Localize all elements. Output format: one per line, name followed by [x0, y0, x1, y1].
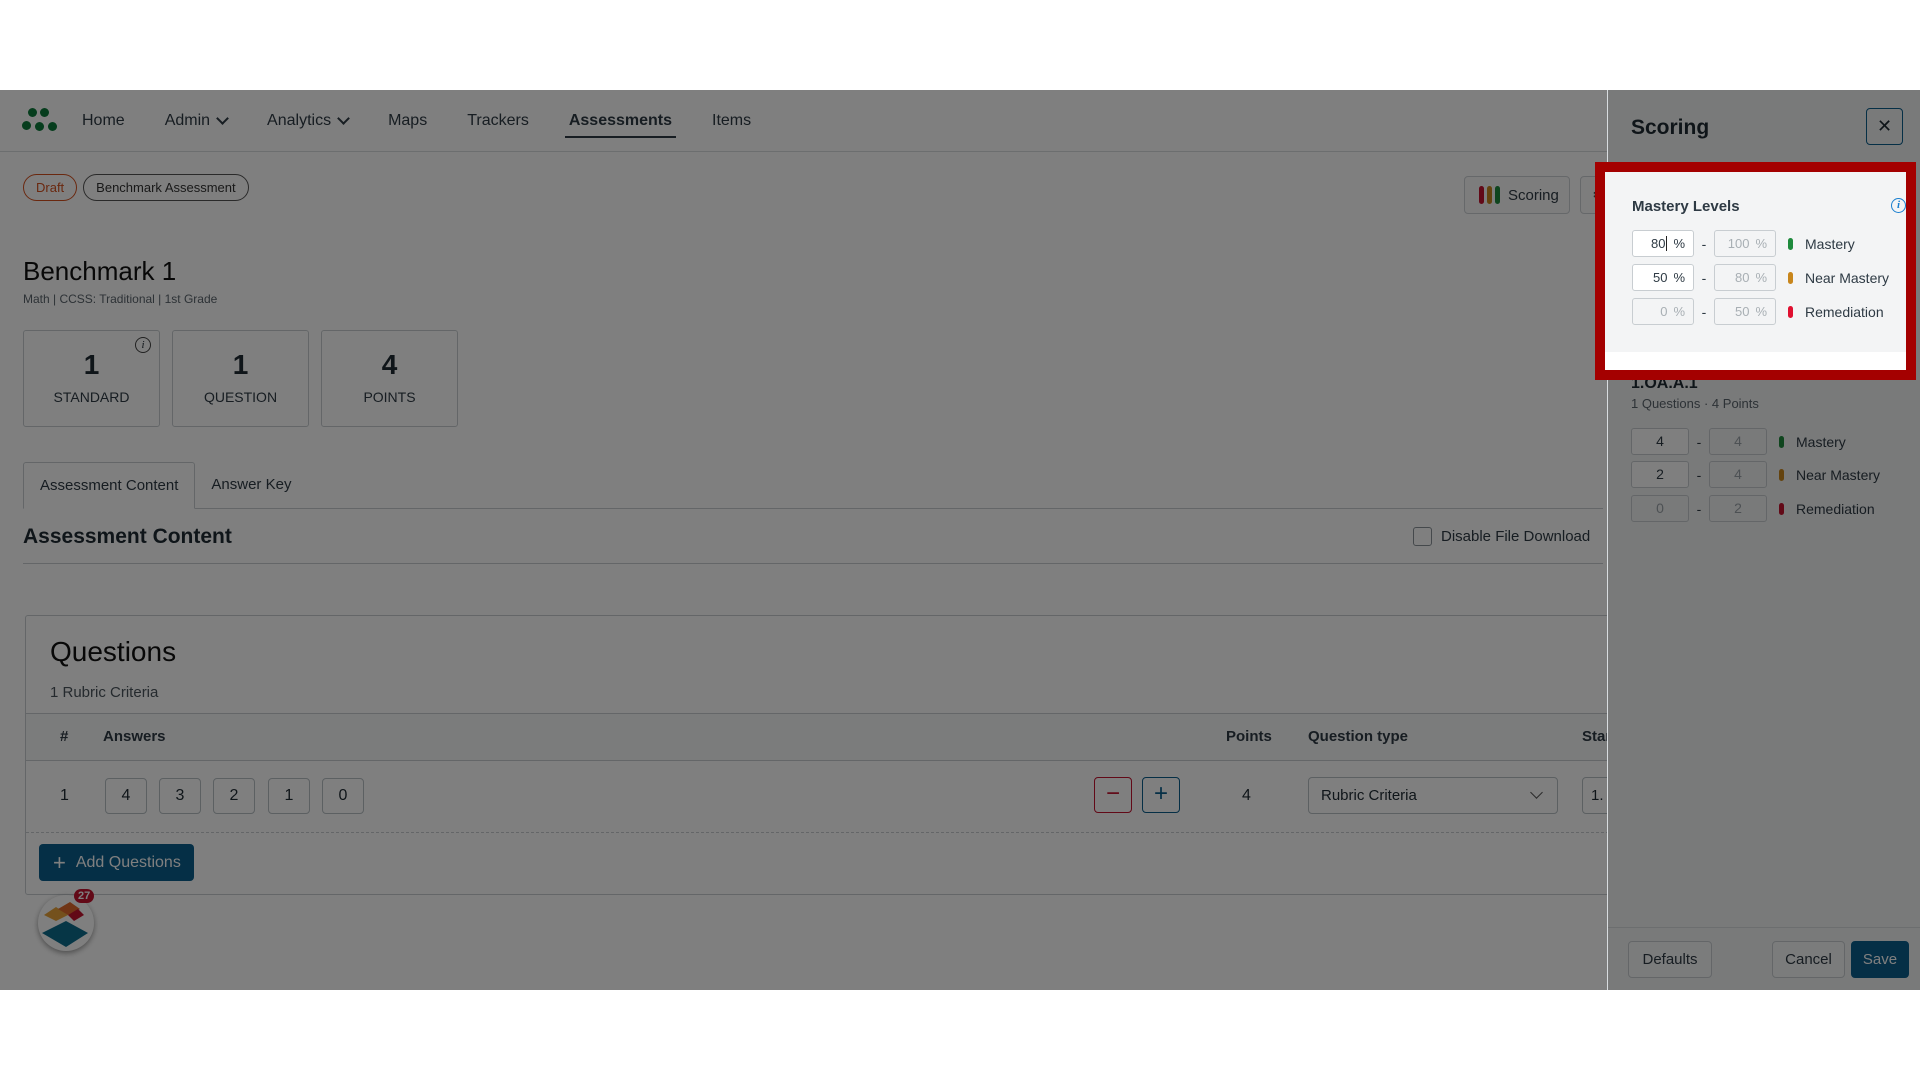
- app-window: Home Admin Analytics Maps Trackers Asses…: [0, 90, 1920, 990]
- highlight-frame: [1595, 162, 1916, 380]
